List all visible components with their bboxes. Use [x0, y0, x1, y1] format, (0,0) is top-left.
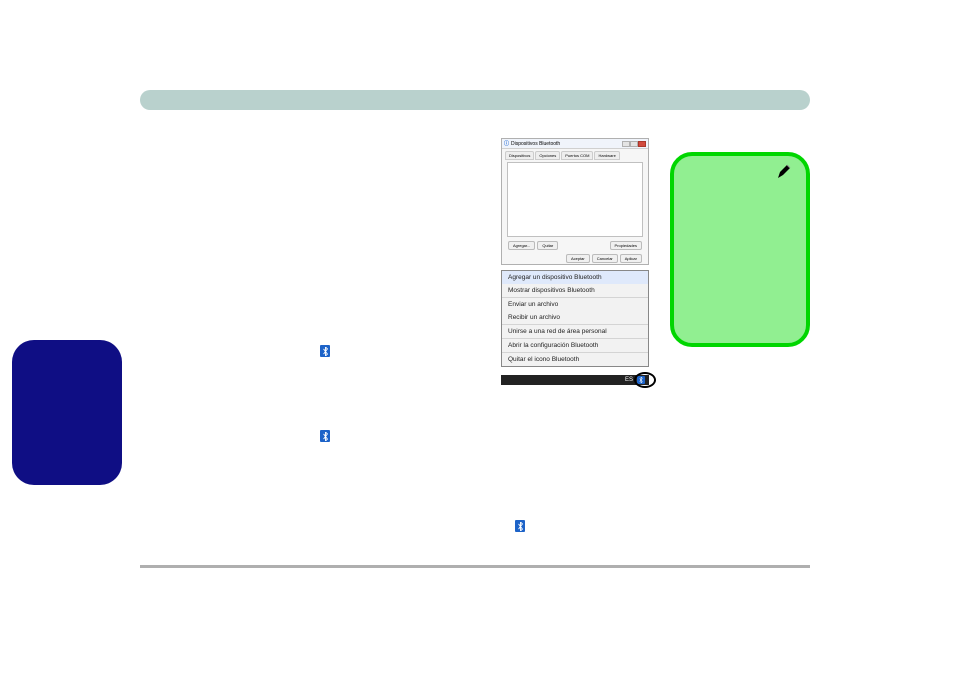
- apply-button[interactable]: Aplicar: [620, 254, 642, 263]
- annotation-card: [670, 152, 810, 347]
- menu-item-open-settings[interactable]: Abrir la configuración Bluetooth: [502, 339, 648, 352]
- close-button[interactable]: [638, 141, 646, 147]
- dialog-titlebar: ⓘ Dispositivos Bluetooth: [502, 139, 648, 149]
- tab-hardware[interactable]: Hardware: [594, 151, 619, 160]
- device-list-empty: [507, 162, 643, 237]
- banner-bar: [140, 90, 810, 110]
- cancel-button[interactable]: Cancelar: [592, 254, 618, 263]
- pencil-icon-svg: [776, 164, 792, 180]
- callout-ellipse: [634, 372, 656, 388]
- tab-com-ports[interactable]: Puertos COM: [561, 151, 593, 160]
- info-icon: ⓘ: [504, 140, 509, 147]
- minimize-button[interactable]: [622, 141, 630, 147]
- bluetooth-step-icon: [320, 430, 330, 442]
- menu-item-remove-icon[interactable]: Quitar el icono Bluetooth: [502, 353, 648, 366]
- tab-options[interactable]: Opciones: [535, 151, 560, 160]
- window-controls: [622, 141, 646, 147]
- bluetooth-step-icon: [515, 520, 525, 532]
- remove-button[interactable]: Quitar: [537, 241, 558, 250]
- taskbar: ES: [501, 375, 649, 385]
- footer-separator: [140, 565, 810, 568]
- dialog-tabs: Dispositivos Opciones Puertos COM Hardwa…: [502, 149, 648, 160]
- dialog-buttons-row-2: Aceptar Cancelar Aplicar: [502, 254, 648, 267]
- dialog-title: Dispositivos Bluetooth: [511, 141, 560, 147]
- menu-item-send-file[interactable]: Enviar un archivo: [502, 298, 648, 311]
- page: ⓘ Dispositivos Bluetooth Dispositivos Op…: [0, 0, 954, 673]
- decorative-blue-block: [12, 340, 122, 485]
- taskbar-language[interactable]: ES: [625, 377, 633, 383]
- bluetooth-context-menu: Agregar un dispositivo Bluetooth Mostrar…: [501, 270, 649, 367]
- menu-item-receive-file[interactable]: Recibir un archivo: [502, 311, 648, 324]
- pencil-icon: [776, 164, 792, 185]
- dialog-buttons-row-1: Agregar... Quitar Propiedades: [502, 241, 648, 250]
- ok-button[interactable]: Aceptar: [566, 254, 590, 263]
- bluetooth-dialog: ⓘ Dispositivos Bluetooth Dispositivos Op…: [501, 138, 649, 265]
- tab-devices[interactable]: Dispositivos: [505, 151, 534, 160]
- maximize-button[interactable]: [630, 141, 638, 147]
- menu-item-join-pan[interactable]: Unirse a una red de área personal: [502, 325, 648, 338]
- menu-item-add-device[interactable]: Agregar un dispositivo Bluetooth: [502, 271, 648, 284]
- menu-item-show-devices[interactable]: Mostrar dispositivos Bluetooth: [502, 284, 648, 297]
- properties-button[interactable]: Propiedades: [610, 241, 642, 250]
- bluetooth-step-icon: [320, 345, 330, 357]
- add-button[interactable]: Agregar...: [508, 241, 535, 250]
